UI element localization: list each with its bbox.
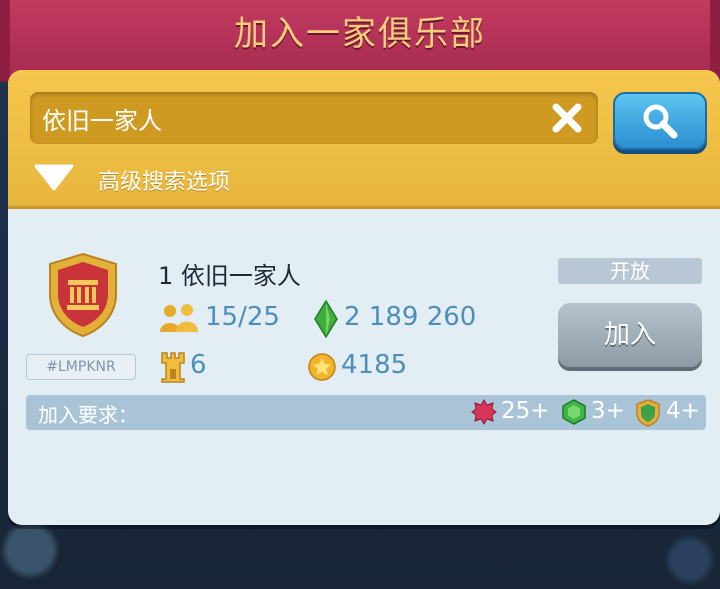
club-tag: #LMPKNR: [26, 354, 136, 380]
search-icon: [643, 104, 678, 139]
gems-count: 2 189 260: [344, 302, 477, 332]
requirements-label: 加入要求：: [38, 403, 138, 427]
close-icon[interactable]: [550, 101, 584, 135]
shield-icon: [636, 399, 660, 427]
search-area: 依旧一家人 高级搜索选项: [8, 70, 720, 209]
requirement-value: 3+: [591, 398, 625, 424]
advanced-search-label: 高级搜索选项: [98, 170, 231, 195]
members-icon: [160, 304, 198, 332]
search-input[interactable]: 依旧一家人: [30, 92, 598, 144]
search-input-value[interactable]: 依旧一家人: [42, 101, 162, 136]
stars-count: 4185: [341, 350, 408, 380]
search-button[interactable]: [613, 92, 707, 150]
requirements-bar: 加入要求： 25+ 3+ 4+: [26, 395, 706, 430]
requirement-value: 25+: [501, 398, 550, 424]
club-level: 6: [190, 350, 207, 380]
page-title: 加入一家俱乐部: [234, 14, 486, 54]
status-badge: 开放: [558, 258, 702, 284]
club-shield-icon[interactable]: [46, 252, 120, 338]
green-gem-icon: [314, 300, 338, 338]
join-club-panel: 依旧一家人 高级搜索选项 #LMPKNR 1 依旧一家人 15/25 2 189…: [8, 70, 720, 525]
club-name: 1 依旧一家人: [158, 262, 301, 290]
advanced-search-toggle[interactable]: 高级搜索选项: [32, 160, 432, 200]
green-gem-icon: [562, 399, 586, 425]
tower-icon: [161, 352, 185, 383]
requirement-value: 4+: [666, 398, 700, 424]
members-count: 15/25: [205, 302, 280, 332]
join-button[interactable]: 加入: [558, 303, 702, 367]
star-coin-icon: [308, 353, 336, 381]
triangle-down-icon: [34, 164, 74, 191]
red-star-icon: [471, 399, 497, 425]
